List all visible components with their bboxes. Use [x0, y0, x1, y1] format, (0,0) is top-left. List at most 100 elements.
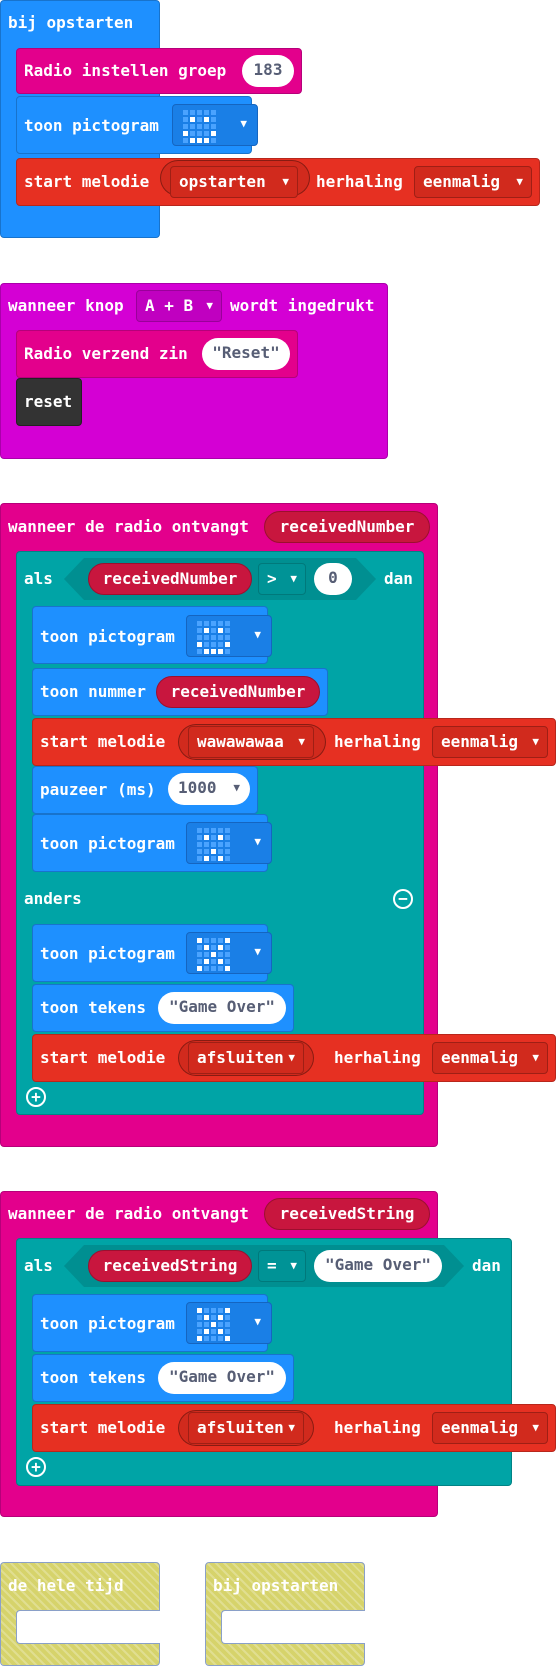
quote-close: ": [265, 1367, 275, 1386]
caret-down-icon: ▼: [532, 1051, 539, 1064]
minus-circle-icon[interactable]: −: [393, 889, 413, 909]
led-pixel: [218, 635, 223, 640]
caret-down-icon: ▼: [290, 572, 297, 585]
led-pixel: [218, 1308, 223, 1313]
caret-down-icon: ▼: [290, 1259, 297, 1272]
led-pixel: [204, 1322, 209, 1327]
repeat-dropdown[interactable]: eenmalig ▼: [432, 726, 548, 758]
quote-close: ": [270, 343, 280, 362]
quote-open: ": [169, 997, 179, 1016]
led-pixel: [211, 1322, 216, 1327]
button-dropdown[interactable]: A + B ▼: [136, 290, 222, 322]
quote-open: ": [169, 1367, 179, 1386]
led-pixel: [211, 628, 216, 633]
led-pixel: [218, 649, 223, 654]
radio-group-number-field[interactable]: 183: [242, 55, 294, 87]
led-pixel: [197, 110, 202, 115]
led-pixel: [225, 1322, 230, 1327]
caret-down-icon: ▼: [254, 945, 261, 958]
led-pixel: [211, 828, 216, 833]
led-pixel: [218, 621, 223, 626]
led-pixel: [211, 117, 216, 122]
show-icon-label: toon pictogram: [24, 116, 159, 135]
led-pixel: [211, 966, 216, 971]
melody-dropdown[interactable]: opstarten ▼: [170, 166, 298, 198]
show-number-variable[interactable]: receivedNumber: [156, 676, 320, 708]
melody-dropdown-value: afsluiten: [197, 1048, 284, 1067]
led-pixel: [225, 1308, 230, 1313]
received-string-variable[interactable]: receivedString: [264, 1198, 430, 1230]
else-label: anders: [24, 889, 82, 908]
received-number-variable[interactable]: receivedNumber: [264, 511, 430, 543]
led-pixel: [204, 966, 209, 971]
caret-down-icon: ▼: [516, 175, 523, 188]
show-string-field[interactable]: "Game Over": [158, 992, 286, 1024]
show-string-value: Game Over: [178, 997, 266, 1016]
condition-variable[interactable]: receivedString: [88, 1250, 252, 1282]
led-pixel: [190, 138, 195, 143]
led-pixel: [225, 1329, 230, 1334]
led-pixel: [218, 1315, 223, 1320]
led-pixel: [211, 635, 216, 640]
led-pixel: [204, 628, 209, 633]
led-pixel: [211, 131, 216, 136]
repeat-label: herhaling: [316, 172, 403, 191]
led-icon-picker[interactable]: ▼: [186, 822, 272, 864]
led-pixel: [183, 131, 188, 136]
led-pixel: [197, 1315, 202, 1320]
repeat-label: herhaling: [334, 1418, 421, 1437]
operator-dropdown[interactable]: > ▼: [258, 563, 306, 595]
led-pixel: [204, 842, 209, 847]
repeat-dropdown[interactable]: eenmalig ▼: [414, 166, 532, 198]
led-pixel: [211, 124, 216, 129]
led-pixel: [218, 842, 223, 847]
operator-dropdown[interactable]: = ▼: [258, 1250, 306, 1282]
show-string-field[interactable]: "Game Over": [158, 1362, 286, 1394]
led-pixel: [197, 828, 202, 833]
led-pixel: [204, 828, 209, 833]
send-string-field[interactable]: "Reset": [202, 338, 290, 370]
pause-dropdown[interactable]: 1000 ▼: [168, 773, 250, 805]
led-pixel: [211, 1315, 216, 1320]
condition-variable[interactable]: receivedNumber: [88, 563, 252, 595]
if-label: als: [24, 569, 53, 588]
led-pixel: [225, 959, 230, 964]
plus-circle-icon[interactable]: +: [26, 1457, 46, 1477]
operator-value: =: [267, 1256, 277, 1275]
led-pixel: [197, 1336, 202, 1341]
plus-circle-icon[interactable]: +: [26, 1087, 46, 1107]
led-pixel: [218, 828, 223, 833]
melody-dropdown[interactable]: afsluiten ▼: [188, 1412, 304, 1444]
melody-dropdown[interactable]: afsluiten ▼: [188, 1042, 304, 1074]
led-icon-picker[interactable]: ▼: [186, 1302, 272, 1344]
repeat-dropdown[interactable]: eenmalig ▼: [432, 1042, 548, 1074]
melody-dropdown[interactable]: wawawawaa ▼: [188, 726, 314, 758]
show-icon-label: toon pictogram: [40, 944, 175, 963]
led-icon-picker[interactable]: ▼: [186, 932, 272, 974]
led-pixel: [218, 835, 223, 840]
then-label: dan: [384, 569, 413, 588]
led-pixel: [225, 945, 230, 950]
repeat-dropdown[interactable]: eenmalig ▼: [432, 1412, 548, 1444]
repeat-label: herhaling: [334, 1048, 421, 1067]
ghost-forever-slot: [16, 1610, 160, 1644]
led-pixel: [225, 835, 230, 840]
led-pixel: [211, 138, 216, 143]
led-pixel: [218, 628, 223, 633]
led-pixel: [197, 835, 202, 840]
led-pixel: [218, 966, 223, 971]
led-pixel: [218, 1329, 223, 1334]
led-pixel: [197, 117, 202, 122]
if-label: als: [24, 1256, 53, 1275]
led-icon-picker[interactable]: ▼: [186, 615, 272, 657]
led-pixel: [204, 856, 209, 861]
led-icon-picker[interactable]: ▼: [172, 104, 258, 146]
led-pixel: [218, 856, 223, 861]
led-pixel: [225, 952, 230, 957]
led-matrix-icon: [197, 828, 230, 861]
led-matrix-icon: [197, 938, 230, 971]
condition-number-field[interactable]: 0: [314, 563, 352, 595]
condition-string-field[interactable]: "Game Over": [314, 1250, 442, 1282]
led-pixel: [204, 131, 209, 136]
on-start-label: bij opstarten: [8, 13, 134, 32]
